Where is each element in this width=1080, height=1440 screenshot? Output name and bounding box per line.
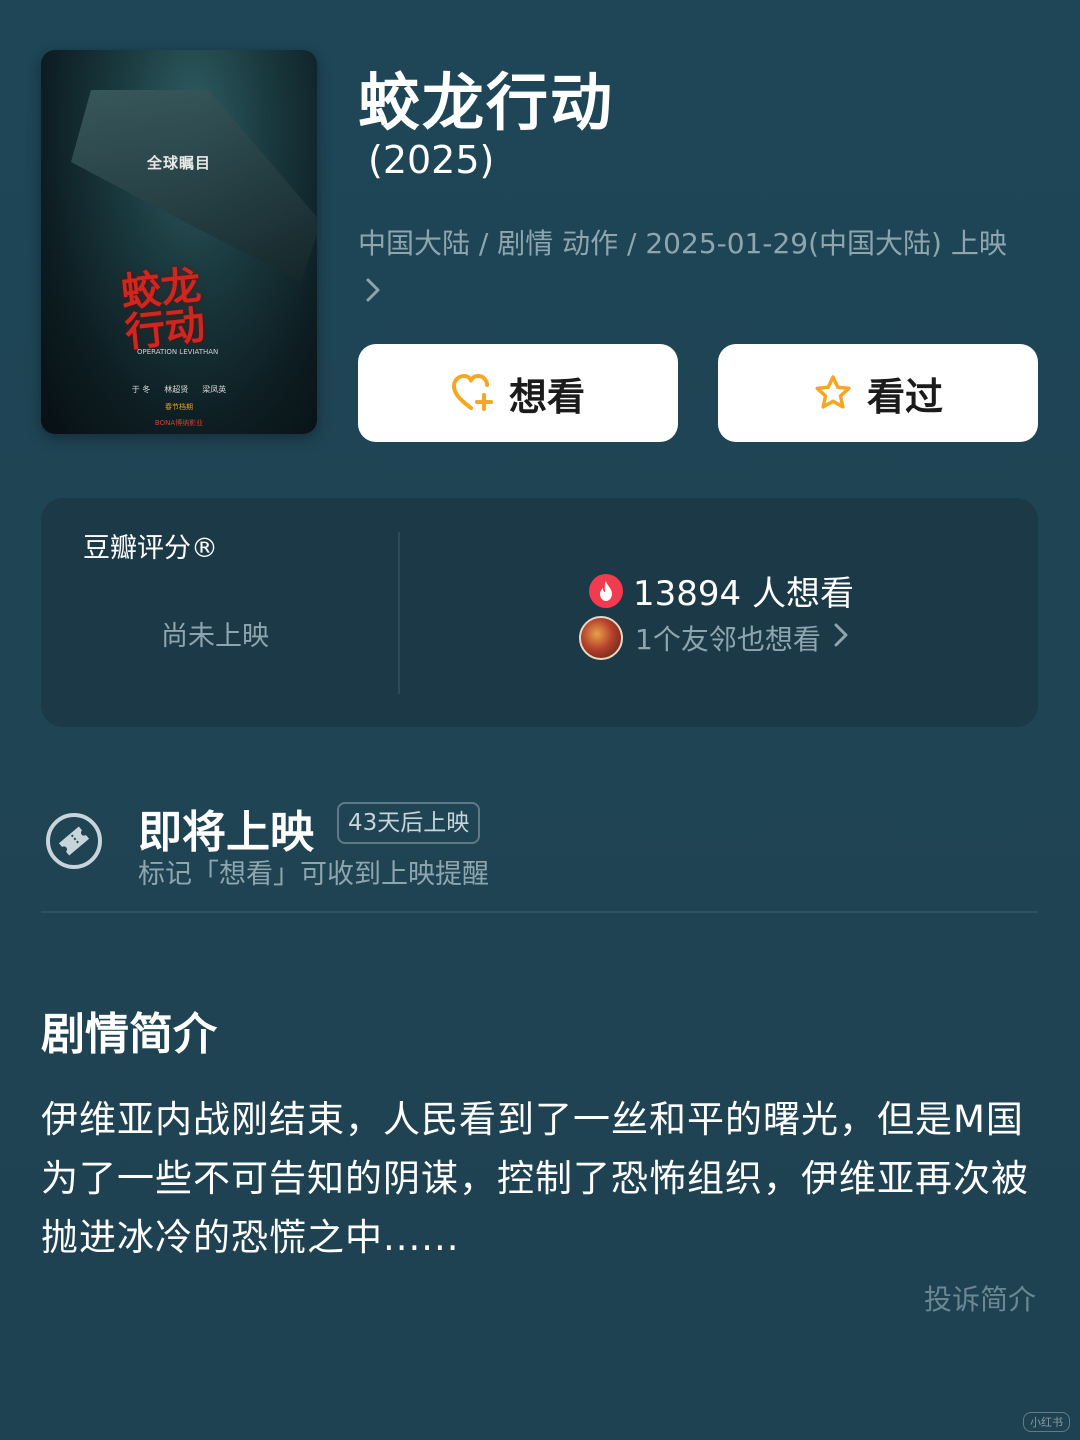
movie-year: (2025) xyxy=(368,138,495,182)
avatar xyxy=(579,616,623,660)
star-icon xyxy=(813,373,853,413)
want-count-text: 13894 人想看 xyxy=(633,574,854,614)
friends-want-text: 1个友邻也想看 xyxy=(635,623,821,656)
want-to-watch-label: 想看 xyxy=(508,374,585,419)
poster-english-title: OPERATION LEVIATHAN xyxy=(137,348,219,356)
rating-divider xyxy=(398,532,400,694)
poster-cast-item: 于 冬 xyxy=(131,385,151,394)
section-divider xyxy=(41,911,1038,913)
poster-cast-item: 梁凤英 xyxy=(202,385,227,394)
heart-plus-icon xyxy=(451,373,495,413)
watched-button[interactable]: 看过 xyxy=(718,344,1038,442)
poster-cast: 于 冬 林超贤 梁凤英 xyxy=(41,384,317,395)
douban-rating-label: 豆瓣评分® xyxy=(83,533,218,564)
watermark: 小红书 xyxy=(1023,1412,1070,1432)
want-to-watch-button[interactable]: 想看 xyxy=(358,344,678,442)
synopsis-title: 剧情简介 xyxy=(41,1009,217,1060)
report-synopsis-link[interactable]: 投诉简介 xyxy=(924,1278,1036,1318)
movie-poster[interactable]: 全球瞩目 蛟龙行动 OPERATION LEVIATHAN 于 冬 林超贤 梁凤… xyxy=(41,50,317,434)
upcoming-title: 即将上映 xyxy=(138,807,314,858)
rating-status: 尚未上映 xyxy=(161,621,269,652)
want-count: 13894 人想看 xyxy=(589,566,854,615)
chevron-right-icon xyxy=(364,269,382,320)
movie-title: 蛟龙行动 xyxy=(358,66,615,139)
days-until-release-badge: 43天后上映 xyxy=(337,802,481,844)
rating-card: 豆瓣评分® 尚未上映 13894 人想看 1个友邻也想看 xyxy=(41,498,1038,727)
upcoming-hint: 标记「想看」可收到上映提醒 xyxy=(138,859,489,890)
poster-cast-item: 林超贤 xyxy=(164,385,189,394)
friends-want-link[interactable]: 1个友邻也想看 xyxy=(579,616,849,660)
synopsis-text: 伊维亚内战刚结束，人民看到了一丝和平的曙光，但是M国为了一些不可告知的阴谋，控制… xyxy=(41,1098,1029,1259)
movie-meta[interactable]: 中国大陆 / 剧情 动作 / 2025-01-29(中国大陆) 上映 xyxy=(358,218,1028,320)
poster-subtitle: 全球瞩目 xyxy=(146,154,211,172)
ticket-icon xyxy=(45,812,103,870)
fire-icon xyxy=(589,573,623,608)
chevron-right-icon xyxy=(833,622,849,655)
movie-meta-text: 中国大陆 / 剧情 动作 / 2025-01-29(中国大陆) 上映 xyxy=(358,227,1007,260)
poster-tagline: 春节档期 xyxy=(165,403,193,411)
poster-logo: 蛟龙行动 xyxy=(118,261,208,357)
poster-studio: BONA博纳影业 xyxy=(154,419,204,427)
watched-label: 看过 xyxy=(866,374,943,419)
